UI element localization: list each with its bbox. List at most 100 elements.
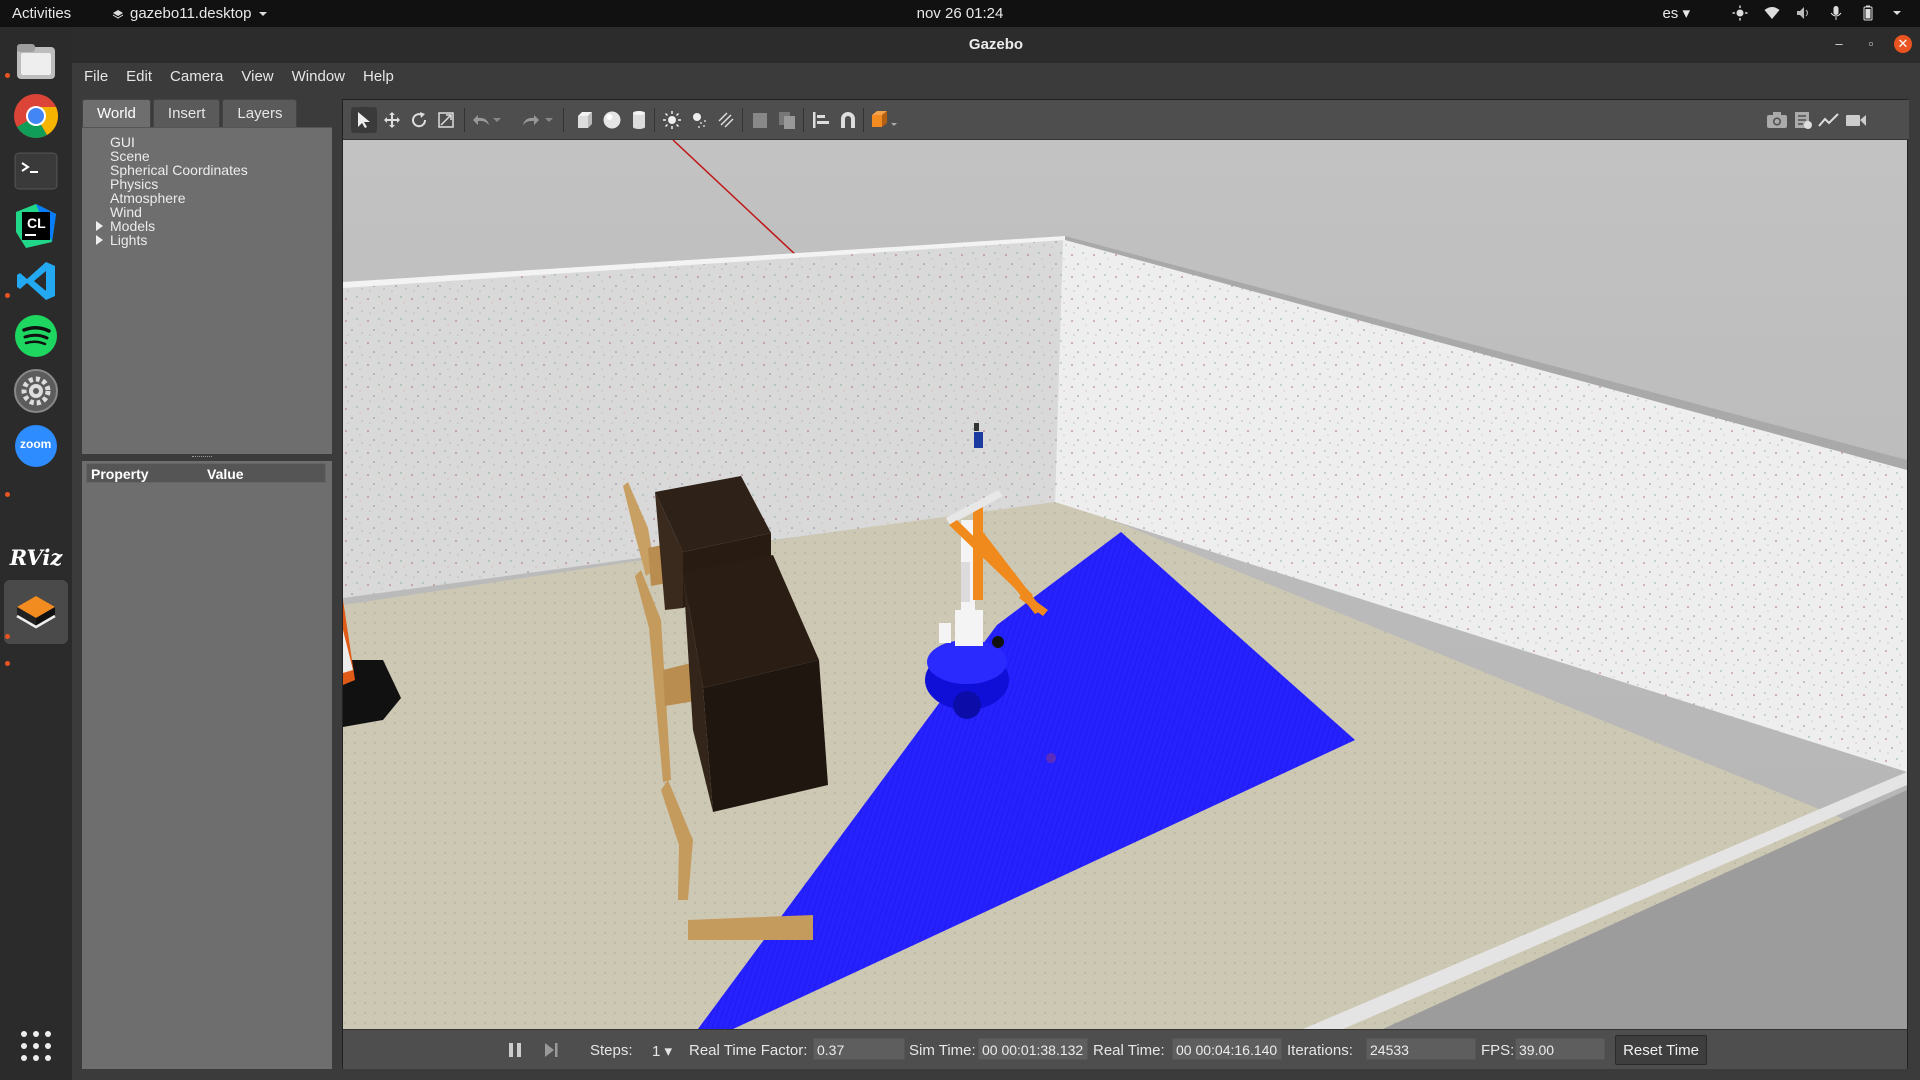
close-button[interactable]: ✕ xyxy=(1894,35,1912,53)
undo-history-button[interactable] xyxy=(491,107,503,133)
sim-time-label: Sim Time: xyxy=(909,1042,976,1059)
tab-layers[interactable]: Layers xyxy=(222,99,298,127)
plot-icon xyxy=(1818,113,1839,127)
microphone-icon xyxy=(1830,6,1842,20)
directional-light-button[interactable] xyxy=(713,107,739,133)
reset-time-button[interactable]: Reset Time xyxy=(1615,1035,1707,1065)
expand-arrow-icon[interactable] xyxy=(96,221,103,231)
dock-spotify[interactable] xyxy=(10,310,62,362)
maximize-button[interactable]: ▫ xyxy=(1862,35,1880,53)
dock-vscode[interactable] xyxy=(10,255,62,307)
screenshot-button[interactable] xyxy=(1764,107,1790,133)
paste-button[interactable] xyxy=(774,107,800,133)
redo-button[interactable] xyxy=(517,107,543,133)
property-header: Property Value xyxy=(86,463,326,483)
property-column-header[interactable]: Property xyxy=(91,466,149,482)
insert-sphere-button[interactable] xyxy=(599,107,625,133)
select-arrow-icon xyxy=(358,112,370,128)
gazebo-icon xyxy=(16,596,56,629)
insert-cylinder-button[interactable] xyxy=(626,107,652,133)
dock-terminal[interactable] xyxy=(10,145,62,197)
menu-help[interactable]: Help xyxy=(363,68,394,85)
language-label: es xyxy=(1662,5,1679,22)
zoom-label: zoom xyxy=(20,437,52,451)
chevron-down-icon xyxy=(545,118,553,122)
value-column-header[interactable]: Value xyxy=(207,466,244,482)
spot-light-button[interactable] xyxy=(686,107,712,133)
battery-icon xyxy=(1863,5,1873,21)
expand-arrow-icon[interactable] xyxy=(96,235,103,245)
vscode-icon xyxy=(17,262,55,300)
tree-item-lights[interactable]: Lights xyxy=(96,232,148,249)
top-bar: Activities gazebo11.desktop nov 26 01:24… xyxy=(0,0,1920,27)
running-indicator xyxy=(5,634,10,639)
language-indicator[interactable]: es ▾ xyxy=(1662,4,1690,22)
dock-rviz[interactable]: RViz xyxy=(10,531,63,583)
select-mode-button[interactable] xyxy=(351,107,377,133)
left-panel: World Insert Layers GUI Scene Spherical … xyxy=(82,99,332,1069)
wifi-icon xyxy=(1764,7,1780,19)
align-button[interactable] xyxy=(808,107,834,133)
menu-camera[interactable]: Camera xyxy=(170,68,223,85)
iterations-label: Iterations: xyxy=(1287,1042,1353,1059)
menu-window[interactable]: Window xyxy=(292,68,345,85)
window-titlebar[interactable]: Gazebo – ▫ ✕ xyxy=(72,27,1920,63)
sim-time-field: 00 00:01:38.132 xyxy=(978,1038,1088,1060)
dock-gazebo[interactable] xyxy=(4,580,68,644)
steps-value[interactable]: 1 ▾ xyxy=(652,1042,672,1060)
log-icon xyxy=(1795,112,1812,129)
tab-insert[interactable]: Insert xyxy=(152,99,221,127)
dock-chrome[interactable] xyxy=(10,90,62,142)
plot-button[interactable] xyxy=(1816,107,1842,133)
fps-label: FPS: xyxy=(1481,1042,1515,1059)
view-angle-button[interactable] xyxy=(868,107,900,133)
render-viewport: Steps: 1 ▾ Real Time Factor: 0.37 Sim Ti… xyxy=(342,99,1909,1069)
tab-world[interactable]: World xyxy=(82,99,151,127)
gazebo-window: Gazebo – ▫ ✕ File Edit Camera View Windo… xyxy=(72,27,1920,1080)
record-video-icon xyxy=(1846,115,1866,126)
dock-clion[interactable]: CL xyxy=(10,200,62,252)
menu-view[interactable]: View xyxy=(241,68,273,85)
scale-mode-button[interactable] xyxy=(433,107,459,133)
redo-icon xyxy=(523,115,539,125)
sphere-icon xyxy=(603,111,621,129)
tree-item-lights-label: Lights xyxy=(110,232,148,248)
log-button[interactable] xyxy=(1790,107,1816,133)
window-title: Gazebo xyxy=(968,36,1024,53)
redo-history-button[interactable] xyxy=(543,107,555,133)
dock-zoom[interactable]: zoom xyxy=(10,420,62,472)
menu-file[interactable]: File xyxy=(84,68,108,85)
real-time-field: 00 00:04:16.140 xyxy=(1172,1038,1282,1060)
panel-splitter[interactable] xyxy=(192,456,212,459)
clock[interactable]: nov 26 01:24 xyxy=(0,5,1920,22)
directional-light-icon xyxy=(718,112,734,128)
dock: CL zoom RViz xyxy=(0,27,72,1080)
step-button[interactable] xyxy=(538,1037,564,1063)
minimize-button[interactable]: – xyxy=(1830,35,1848,53)
rotate-mode-button[interactable] xyxy=(406,107,432,133)
render-toolbar xyxy=(343,100,1909,140)
panel-tabs: World Insert Layers xyxy=(82,99,298,127)
system-tray[interactable]: es ▾ xyxy=(1662,4,1902,22)
property-panel: Property Value xyxy=(82,461,332,1069)
scene-3d-view[interactable] xyxy=(343,140,1907,1029)
translate-mode-button[interactable] xyxy=(379,107,405,133)
align-icon xyxy=(813,112,829,128)
dock-files[interactable] xyxy=(10,35,62,87)
terminal-icon xyxy=(14,152,58,190)
spotify-icon xyxy=(15,315,57,357)
copy-button[interactable] xyxy=(747,107,773,133)
simulation-scene xyxy=(343,140,1907,1029)
view-angle-icon xyxy=(872,111,897,127)
dock-settings[interactable] xyxy=(10,365,62,417)
point-light-button[interactable] xyxy=(659,107,685,133)
snap-button[interactable] xyxy=(835,107,861,133)
record-video-button[interactable] xyxy=(1843,107,1869,133)
pause-button[interactable] xyxy=(502,1037,528,1063)
dock-show-apps[interactable] xyxy=(10,1020,62,1072)
chevron-down-icon xyxy=(1893,11,1901,15)
clion-label: CL xyxy=(27,215,46,231)
chevron-down-icon xyxy=(493,118,501,122)
insert-box-button[interactable] xyxy=(572,107,598,133)
menu-edit[interactable]: Edit xyxy=(126,68,152,85)
